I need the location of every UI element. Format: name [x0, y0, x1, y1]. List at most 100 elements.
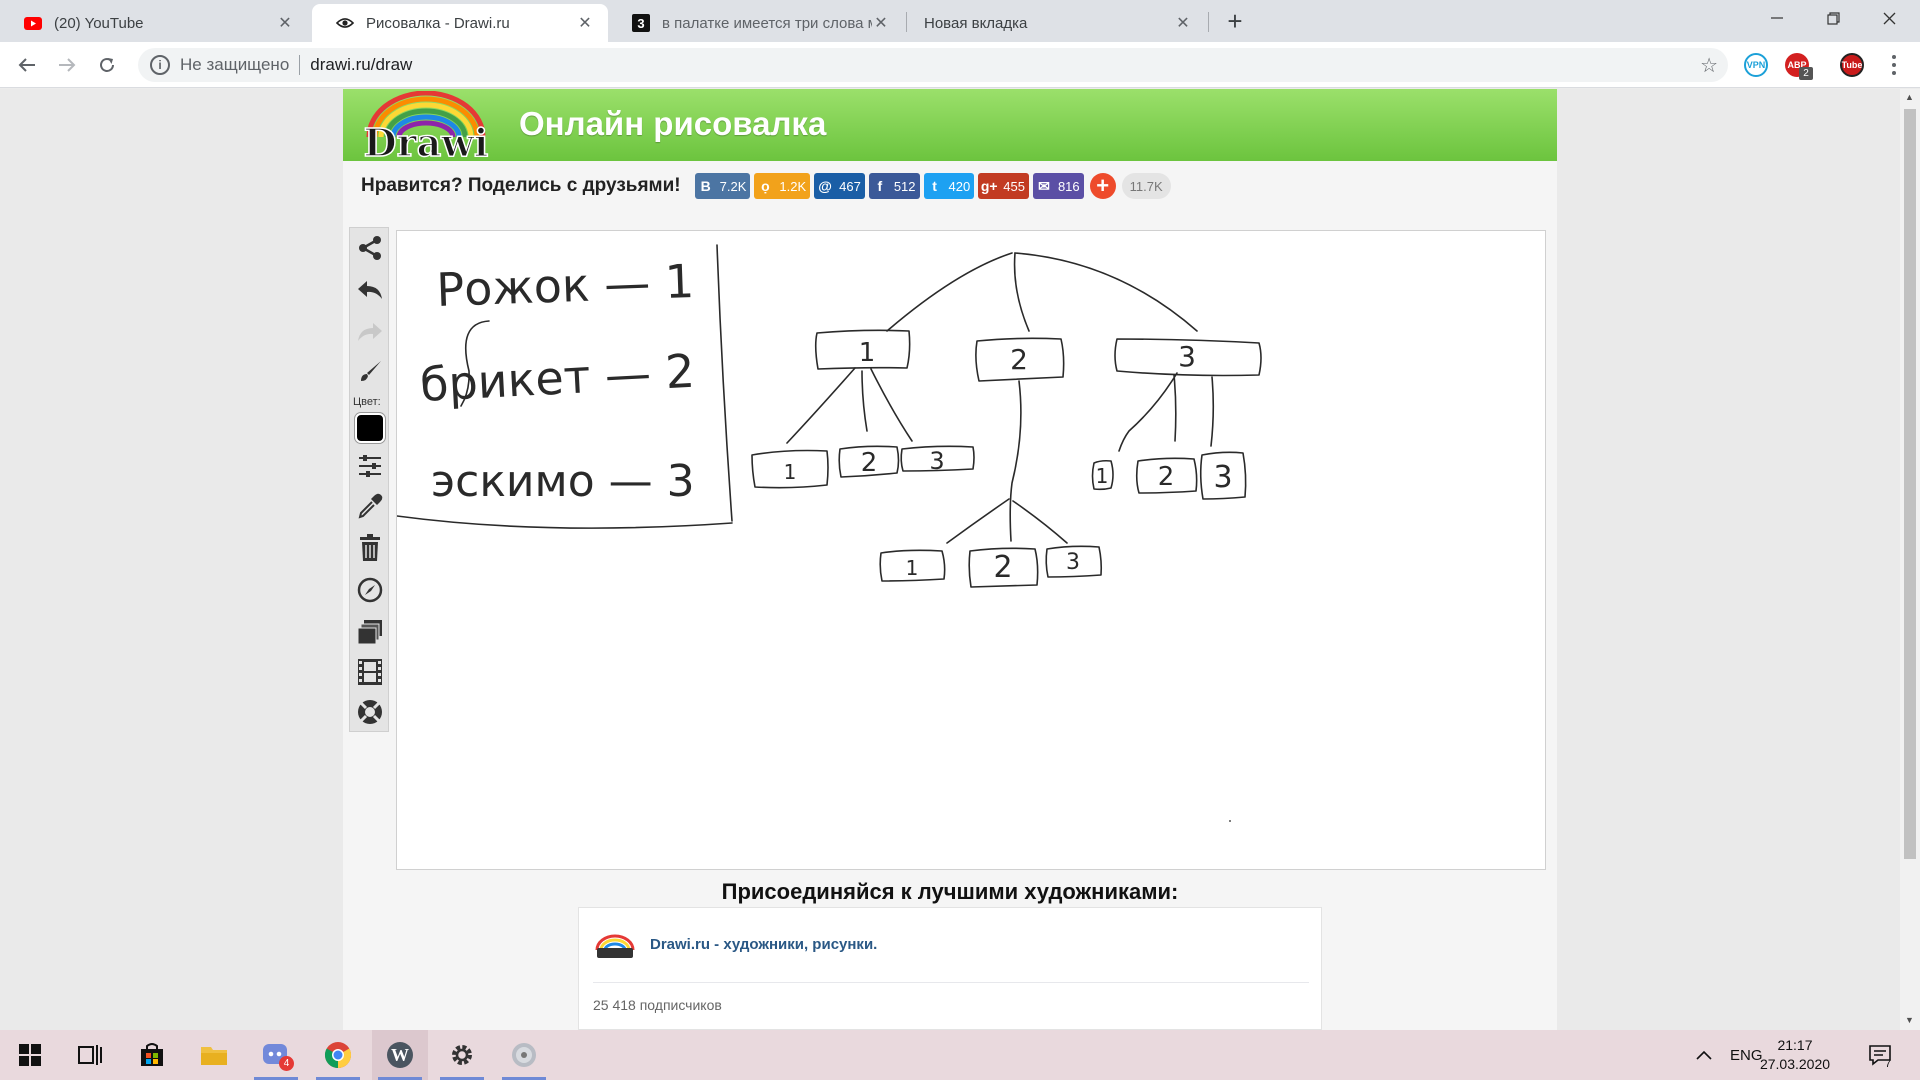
vpn-extension-icon[interactable]: VPN: [1744, 53, 1768, 77]
share-total: 11.7K: [1121, 173, 1171, 199]
tree-node-label: 2: [861, 448, 878, 478]
discord-app-icon[interactable]: 4: [248, 1030, 304, 1080]
settings-sliders-icon[interactable]: [354, 450, 386, 482]
tab-strip: (20) YouTube ✕ Рисовалка - Drawi.ru ✕ 3 …: [0, 0, 1920, 42]
tree-node-label: 3: [1178, 340, 1196, 373]
menu-icon[interactable]: [1886, 53, 1902, 77]
share-count: 455: [1003, 178, 1025, 194]
notification-badge: 7: [1885, 1058, 1892, 1070]
profile-avatar[interactable]: Tube: [1840, 53, 1864, 77]
info-icon[interactable]: i: [150, 55, 170, 75]
share-label: Нравится? Поделись с друзьями!: [361, 175, 681, 196]
drawing-canvas[interactable]: Рожок — 1 брикет — 2 эскимо — 3 1 2 3 1 …: [396, 230, 1546, 870]
share-more-button[interactable]: +: [1089, 173, 1116, 199]
tree-node-label: 2: [993, 550, 1012, 585]
scroll-down-icon[interactable]: ▼: [1905, 1015, 1914, 1025]
minimize-button[interactable]: [1754, 0, 1800, 36]
handwritten-line-1: Рожок — 1: [435, 254, 694, 317]
tab-youtube[interactable]: (20) YouTube ✕: [0, 4, 308, 42]
tree-branch: [1173, 374, 1177, 442]
redo-icon[interactable]: [354, 316, 386, 348]
tab-title: (20) YouTube: [54, 14, 144, 32]
back-button[interactable]: [13, 51, 41, 79]
color-swatch[interactable]: [355, 413, 385, 443]
share-twitter-button[interactable]: t 420: [923, 173, 975, 199]
tab-title: Новая вкладка: [924, 14, 1028, 32]
store-icon[interactable]: [124, 1030, 180, 1080]
share-facebook-button[interactable]: f 512: [868, 173, 920, 199]
file-explorer-icon[interactable]: [186, 1030, 242, 1080]
tree-node-label: 3: [1213, 460, 1232, 495]
windows-start-icon[interactable]: [2, 1030, 58, 1080]
share-icon[interactable]: [354, 232, 386, 264]
tray-overflow-icon[interactable]: [1696, 1030, 1712, 1080]
notification-center-icon[interactable]: 7: [1868, 1030, 1892, 1080]
tab-drawi[interactable]: Рисовалка - Drawi.ru ✕: [312, 4, 608, 42]
tree-branch: [1118, 372, 1178, 452]
page-scrollbar[interactable]: ▲ ▼: [1900, 89, 1920, 1030]
drawing-toolbar: Цвет:: [349, 227, 389, 732]
tree-branch: [861, 370, 868, 432]
eyedropper-icon[interactable]: [354, 490, 386, 522]
layers-icon[interactable]: [354, 616, 386, 648]
vk-community-widget: Drawi.ru - художники, рисунки. 25 418 по…: [578, 907, 1322, 1030]
community-name-link[interactable]: Drawi.ru - художники, рисунки.: [650, 936, 877, 953]
compass-icon[interactable]: [354, 574, 386, 606]
film-icon[interactable]: [354, 656, 386, 688]
clock-time: 21:17: [1777, 1037, 1813, 1053]
close-icon[interactable]: ✕: [1174, 13, 1192, 33]
subscriber-count: 25 418 подписчиков: [593, 997, 722, 1013]
forward-button[interactable]: [53, 51, 81, 79]
site-title: Онлайн рисовалка: [519, 105, 827, 142]
help-lifebuoy-icon[interactable]: [354, 696, 386, 728]
share-ok-button[interactable]: ọ 1.2K: [754, 173, 811, 199]
settings-gear-icon[interactable]: [434, 1030, 490, 1080]
tab-new[interactable]: Новая вкладка ✕: [900, 4, 1206, 42]
tree-node-label: 3: [1066, 550, 1080, 575]
tree-node-label: 3: [929, 447, 944, 475]
share-vk-button[interactable]: В 7.2K: [694, 173, 751, 199]
share-googleplus-button[interactable]: g+ 455: [978, 173, 1029, 199]
media-disc-icon[interactable]: [496, 1030, 552, 1080]
tree-node-label: 1: [1096, 464, 1109, 488]
brush-icon[interactable]: [354, 356, 386, 388]
svg-text:3: 3: [637, 16, 644, 31]
scrollbar-thumb[interactable]: [1904, 109, 1916, 859]
site-header: Drawi Онлайн рисовалка: [343, 89, 1557, 166]
close-icon[interactable]: ✕: [872, 13, 890, 33]
undo-icon[interactable]: [354, 274, 386, 306]
chrome-app-icon[interactable]: [310, 1030, 366, 1080]
tree-node-label: 1: [784, 460, 797, 484]
system-clock[interactable]: 21:17 27.03.2020: [1752, 1036, 1838, 1074]
eye-icon: [336, 14, 354, 32]
new-tab-button[interactable]: +: [1221, 8, 1249, 36]
clock-date: 27.03.2020: [1759, 1056, 1831, 1072]
close-icon[interactable]: ✕: [576, 13, 594, 33]
community-logo[interactable]: [593, 930, 637, 960]
restore-button[interactable]: [1810, 0, 1856, 36]
address-bar[interactable]: i Не защищено drawi.ru/draw ☆: [138, 48, 1728, 82]
task-view-icon[interactable]: [62, 1030, 118, 1080]
scroll-up-icon[interactable]: ▲: [1905, 92, 1914, 102]
tree-node-label: 1: [859, 338, 876, 368]
tab-title: Рисовалка - Drawi.ru: [366, 14, 510, 32]
odnoklassniki-icon: ọ: [761, 178, 770, 194]
tree-branch: [886, 252, 1013, 332]
tree-branch: [786, 367, 856, 444]
share-email-button[interactable]: ✉ 816: [1032, 173, 1084, 199]
close-icon[interactable]: ✕: [276, 13, 294, 33]
trash-icon[interactable]: [354, 532, 386, 564]
drawi-logo[interactable]: Drawi: [351, 90, 501, 166]
close-window-button[interactable]: [1866, 0, 1912, 36]
tab-znanija[interactable]: 3 в палатке имеется три слова мо ✕: [608, 4, 904, 42]
share-mailru-button[interactable]: @ 467: [814, 173, 865, 199]
bookmark-star-icon[interactable]: ☆: [1700, 53, 1718, 78]
url-text: drawi.ru/draw: [310, 55, 413, 74]
share-count: 7.2K: [719, 178, 747, 194]
box-right-line: [716, 244, 733, 522]
znanija-icon: 3: [632, 14, 650, 32]
reload-button[interactable]: [93, 51, 121, 79]
drawi-site: Drawi Онлайн рисовалка Нравится? Поделис…: [343, 89, 1557, 1030]
word-app-icon[interactable]: W: [372, 1030, 428, 1080]
youtube-icon: [24, 14, 42, 32]
